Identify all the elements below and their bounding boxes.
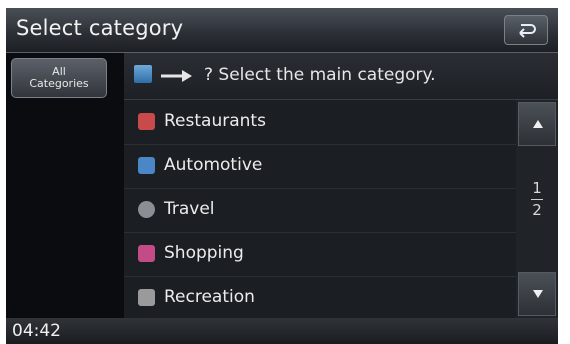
total-pages: 2: [532, 201, 542, 219]
category-list: Restaurants Automotive Travel Shopping R…: [124, 100, 516, 318]
page-title: Select category: [16, 16, 184, 40]
category-item-recreation[interactable]: Recreation: [124, 276, 516, 320]
category-label: Restaurants: [164, 111, 266, 131]
triangle-up-icon: [533, 120, 543, 128]
breadcrumb: ? Select the main category.: [124, 53, 558, 100]
clock: 04:42: [12, 321, 61, 341]
category-item-automotive[interactable]: Automotive: [124, 144, 516, 189]
scroll-down-button[interactable]: [518, 272, 556, 316]
shopping-bag-icon: [138, 245, 155, 262]
category-label: Recreation: [164, 287, 255, 307]
all-categories-label-line2: Categories: [29, 77, 89, 90]
category-label: Travel: [164, 199, 215, 219]
prompt-text: ? Select the main category.: [204, 65, 436, 85]
all-categories-button[interactable]: All Categories: [11, 58, 107, 98]
recreation-icon: [138, 289, 155, 306]
navigation-screen: Select category All Categories ? Select …: [6, 8, 558, 344]
category-item-travel[interactable]: Travel: [124, 188, 516, 233]
current-page: 1: [532, 179, 542, 197]
back-button[interactable]: [504, 15, 548, 45]
category-label: Automotive: [164, 155, 263, 175]
category-item-restaurants[interactable]: Restaurants: [124, 100, 516, 145]
scrollbar: 1 2: [516, 100, 558, 318]
left-pane: All Categories: [6, 53, 124, 318]
map-pin-icon: [134, 65, 152, 83]
page-divider: [531, 199, 543, 200]
category-label: Shopping: [164, 243, 244, 263]
back-arrow-icon: [519, 24, 536, 38]
right-arrow-icon: [161, 70, 192, 82]
category-item-shopping[interactable]: Shopping: [124, 232, 516, 277]
triangle-down-icon: [533, 290, 543, 298]
status-bar: 04:42: [6, 318, 558, 344]
car-icon: [138, 157, 155, 174]
restaurant-icon: [138, 113, 155, 130]
page-indicator: 1 2: [516, 180, 558, 219]
title-bar: Select category: [6, 8, 558, 53]
scroll-up-button[interactable]: [518, 102, 556, 146]
globe-icon: [138, 201, 155, 218]
